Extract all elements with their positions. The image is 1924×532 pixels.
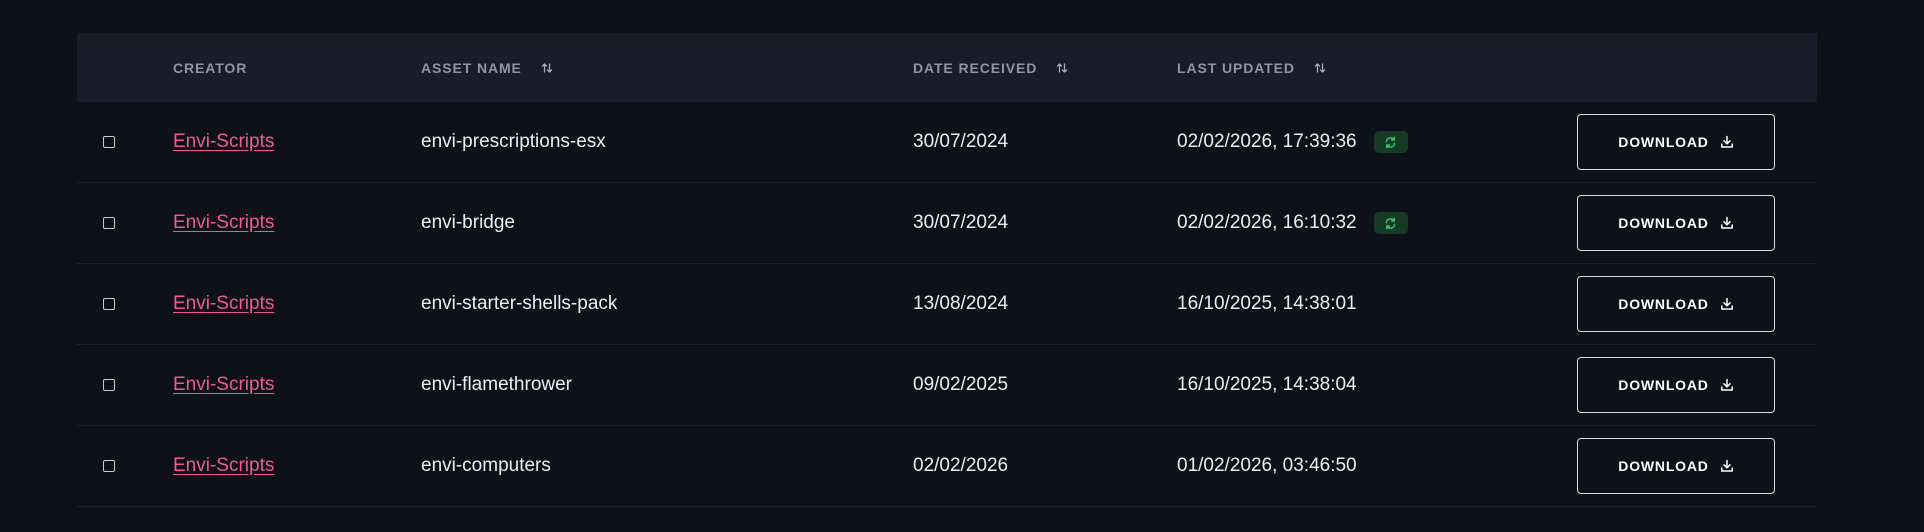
download-button-label: DOWNLOAD bbox=[1618, 458, 1709, 474]
last-updated-cell: 16/10/2025, 14:38:01 bbox=[1177, 264, 1357, 344]
sort-arrows-icon[interactable] bbox=[1314, 62, 1326, 74]
header-last-updated[interactable]: LAST UPDATED bbox=[1177, 33, 1326, 102]
header-asset-name-label: ASSET NAME bbox=[421, 59, 522, 76]
action-cell: DOWNLOAD bbox=[1577, 102, 1775, 182]
date-received-cell: 02/02/2026 bbox=[913, 426, 1008, 506]
asset-name-cell: envi-bridge bbox=[421, 183, 515, 263]
sort-arrows-icon[interactable] bbox=[1056, 62, 1068, 74]
last-updated: 01/02/2026, 03:46:50 bbox=[1177, 455, 1357, 476]
date-received-cell: 30/07/2024 bbox=[913, 102, 1008, 182]
last-updated-cell: 01/02/2026, 03:46:50 bbox=[1177, 426, 1357, 506]
refresh-icon bbox=[1385, 217, 1396, 229]
row-checkbox[interactable] bbox=[103, 460, 115, 472]
row-select-cell bbox=[103, 102, 115, 182]
header-creator-label: CREATOR bbox=[173, 59, 248, 76]
creator-cell: Envi-Scripts bbox=[173, 102, 274, 182]
date-received: 13/08/2024 bbox=[913, 293, 1009, 314]
table-row: Envi-Scripts envi-prescriptions-esx 30/0… bbox=[77, 102, 1817, 183]
asset-name: envi-flamethrower bbox=[421, 374, 572, 395]
date-received: 09/02/2025 bbox=[913, 374, 1009, 395]
creator-link[interactable]: Envi-Scripts bbox=[173, 455, 274, 477]
download-icon bbox=[1720, 297, 1734, 311]
table-body: Envi-Scripts envi-prescriptions-esx 30/0… bbox=[77, 102, 1817, 507]
asset-name-cell: envi-flamethrower bbox=[421, 345, 572, 425]
creator-link[interactable]: Envi-Scripts bbox=[173, 374, 274, 396]
download-button[interactable]: DOWNLOAD bbox=[1577, 195, 1775, 251]
creator-link[interactable]: Envi-Scripts bbox=[173, 212, 274, 234]
date-received-cell: 13/08/2024 bbox=[913, 264, 1008, 344]
last-updated: 02/02/2026, 16:10:32 bbox=[1177, 212, 1357, 233]
download-button[interactable]: DOWNLOAD bbox=[1577, 357, 1775, 413]
table-row: Envi-Scripts envi-bridge 30/07/2024 02/0… bbox=[77, 183, 1817, 264]
creator-cell: Envi-Scripts bbox=[173, 426, 274, 506]
row-checkbox[interactable] bbox=[103, 217, 115, 229]
action-cell: DOWNLOAD bbox=[1577, 183, 1775, 263]
creator-cell: Envi-Scripts bbox=[173, 183, 274, 263]
header-last-updated-label: LAST UPDATED bbox=[1177, 59, 1295, 76]
action-cell: DOWNLOAD bbox=[1577, 264, 1775, 344]
download-button[interactable]: DOWNLOAD bbox=[1577, 276, 1775, 332]
download-icon bbox=[1720, 216, 1734, 230]
refresh-icon bbox=[1385, 136, 1396, 148]
date-received: 30/07/2024 bbox=[913, 212, 1009, 233]
header-date-received[interactable]: DATE RECEIVED bbox=[913, 33, 1068, 102]
last-updated-cell: 02/02/2026, 17:39:36 bbox=[1177, 102, 1408, 182]
last-updated-cell: 02/02/2026, 16:10:32 bbox=[1177, 183, 1408, 263]
asset-name-cell: envi-starter-shells-pack bbox=[421, 264, 617, 344]
last-updated-cell: 16/10/2025, 14:38:04 bbox=[1177, 345, 1357, 425]
date-received-cell: 30/07/2024 bbox=[913, 183, 1008, 263]
download-button-label: DOWNLOAD bbox=[1618, 377, 1709, 393]
row-select-cell bbox=[103, 426, 115, 506]
asset-name-cell: envi-prescriptions-esx bbox=[421, 102, 606, 182]
date-received: 02/02/2026 bbox=[913, 455, 1009, 476]
header-date-received-label: DATE RECEIVED bbox=[913, 59, 1038, 76]
row-checkbox[interactable] bbox=[103, 298, 115, 310]
update-badge bbox=[1373, 131, 1408, 153]
sort-arrows-icon[interactable] bbox=[541, 62, 553, 74]
action-cell: DOWNLOAD bbox=[1577, 426, 1775, 506]
last-updated: 16/10/2025, 14:38:01 bbox=[1177, 293, 1357, 314]
creator-link[interactable]: Envi-Scripts bbox=[173, 293, 274, 315]
table-row: Envi-Scripts envi-computers 02/02/2026 0… bbox=[77, 426, 1817, 507]
row-checkbox[interactable] bbox=[103, 136, 115, 148]
creator-link[interactable]: Envi-Scripts bbox=[173, 131, 274, 153]
download-icon bbox=[1720, 135, 1734, 149]
creator-cell: Envi-Scripts bbox=[173, 264, 274, 344]
update-badge bbox=[1373, 212, 1408, 234]
download-button[interactable]: DOWNLOAD bbox=[1577, 438, 1775, 494]
table-row: Envi-Scripts envi-starter-shells-pack 13… bbox=[77, 264, 1817, 345]
action-cell: DOWNLOAD bbox=[1577, 345, 1775, 425]
asset-name-cell: envi-computers bbox=[421, 426, 551, 506]
download-button[interactable]: DOWNLOAD bbox=[1577, 114, 1775, 170]
row-select-cell bbox=[103, 264, 115, 344]
last-updated: 16/10/2025, 14:38:04 bbox=[1177, 374, 1357, 395]
date-received-cell: 09/02/2025 bbox=[913, 345, 1008, 425]
row-select-cell bbox=[103, 183, 115, 263]
assets-table: CREATOR ASSET NAME DATE RECEIVED LAST UP… bbox=[77, 33, 1817, 507]
header-creator: CREATOR bbox=[173, 33, 247, 102]
table-header: CREATOR ASSET NAME DATE RECEIVED LAST UP… bbox=[77, 33, 1817, 102]
row-select-cell bbox=[103, 345, 115, 425]
download-button-label: DOWNLOAD bbox=[1618, 296, 1709, 312]
header-asset-name[interactable]: ASSET NAME bbox=[421, 33, 553, 102]
download-icon bbox=[1720, 378, 1734, 392]
asset-name: envi-prescriptions-esx bbox=[421, 131, 606, 152]
asset-name: envi-computers bbox=[421, 455, 551, 476]
asset-name: envi-starter-shells-pack bbox=[421, 293, 618, 314]
download-button-label: DOWNLOAD bbox=[1618, 134, 1709, 150]
table-row: Envi-Scripts envi-flamethrower 09/02/202… bbox=[77, 345, 1817, 426]
download-button-label: DOWNLOAD bbox=[1618, 215, 1709, 231]
asset-name: envi-bridge bbox=[421, 212, 515, 233]
date-received: 30/07/2024 bbox=[913, 131, 1009, 152]
last-updated: 02/02/2026, 17:39:36 bbox=[1177, 131, 1357, 152]
creator-cell: Envi-Scripts bbox=[173, 345, 274, 425]
download-icon bbox=[1720, 459, 1734, 473]
row-checkbox[interactable] bbox=[103, 379, 115, 391]
